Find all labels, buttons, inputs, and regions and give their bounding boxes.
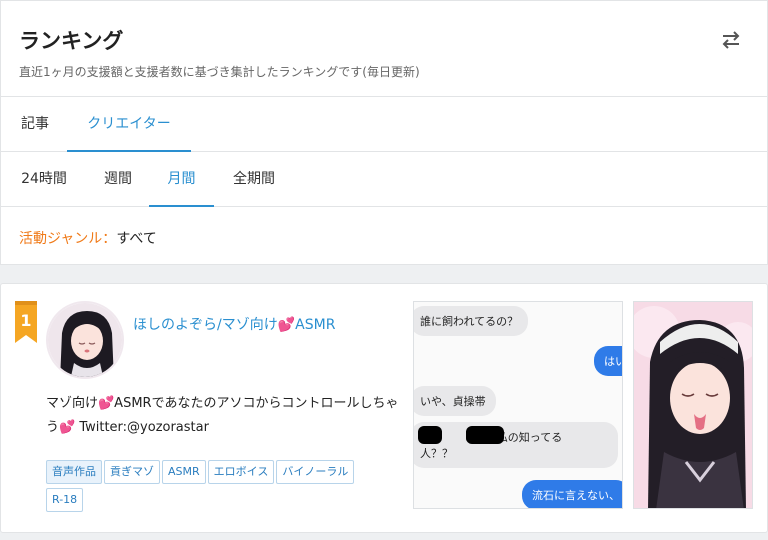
tab-creators[interactable]: クリエイター	[67, 97, 191, 152]
chat-bubble: 流石に言えない、	[522, 480, 622, 508]
rank-badge: 1	[15, 301, 37, 343]
tab-weekly[interactable]: 週間	[101, 152, 135, 207]
tag-binaural[interactable]: バイノーラル	[276, 460, 355, 484]
tag-list: 音声作品 貢ぎマゾ ASMR エロボイス バイノーラル R-18	[46, 460, 391, 516]
chat-bubble: 誰に飼われてるの？	[414, 306, 529, 336]
redaction-mark	[466, 426, 504, 444]
tag-r18[interactable]: R-18	[46, 488, 84, 512]
period-tabs: 24時間 週間 月間 全期間	[1, 152, 767, 207]
ranking-header: ランキング 直近1ヶ月の支援額と支援者数に基づき集計したランキングです(毎日更新…	[1, 1, 767, 97]
ranking-panel: ランキング 直近1ヶ月の支援額と支援者数に基づき集計したランキングです(毎日更新…	[0, 0, 768, 265]
avatar[interactable]	[46, 301, 124, 379]
chat-bubble-line: とか とか、私の知ってる	[420, 431, 563, 444]
chat-bubble-multiline: とか とか、私の知ってる 人？？	[414, 422, 618, 468]
chat-bubble: いや、貞操帯	[414, 386, 496, 416]
content-tabs: 記事 クリエイター	[1, 97, 767, 152]
page-title: ランキング	[19, 29, 124, 53]
swap-arrows-icon[interactable]	[719, 29, 743, 51]
ranking-card[interactable]: 1 ほしのよぞら/マゾ向け💕ASMR マゾ向け💕ASMRであなたのアソコからコン…	[0, 283, 768, 533]
creator-name-link[interactable]: ほしのよぞら/マゾ向け💕ASMR	[133, 314, 335, 334]
creator-description: マゾ向け💕ASMRであなたのアソコからコントロールしちゃう💕 Twitter:@…	[46, 396, 399, 435]
rank-number: 1	[20, 311, 32, 330]
tab-all-time[interactable]: 全期間	[231, 152, 277, 207]
thumbnail-illustration[interactable]	[633, 301, 753, 509]
chat-bubble-line: 人？？	[420, 447, 453, 460]
tab-24h[interactable]: 24時間	[19, 152, 69, 207]
tag-ero-voice[interactable]: エロボイス	[207, 460, 275, 484]
tab-articles[interactable]: 記事	[19, 97, 51, 152]
chat-bubble: はい	[594, 346, 622, 376]
redaction-mark	[418, 426, 442, 444]
tag-mitsugi-mazo[interactable]: 貢ぎマゾ	[104, 460, 160, 484]
genre-filter-label: 活動ジャンル：	[19, 231, 117, 247]
thumbnail-chat-image[interactable]: 誰に飼われてるの？ はい いや、貞操帯 とか とか、私の知ってる 人？？ 流石に…	[413, 301, 623, 509]
tag-asmr[interactable]: ASMR	[162, 460, 206, 484]
page-subtitle: 直近1ヶ月の支援額と支援者数に基づき集計したランキングです(毎日更新)	[19, 65, 420, 79]
tab-monthly[interactable]: 月間	[149, 152, 214, 207]
tag-audio-works[interactable]: 音声作品	[46, 460, 102, 484]
genre-filter[interactable]: 活動ジャンル：すべて	[19, 228, 157, 248]
genre-filter-value: すべて	[116, 231, 157, 247]
